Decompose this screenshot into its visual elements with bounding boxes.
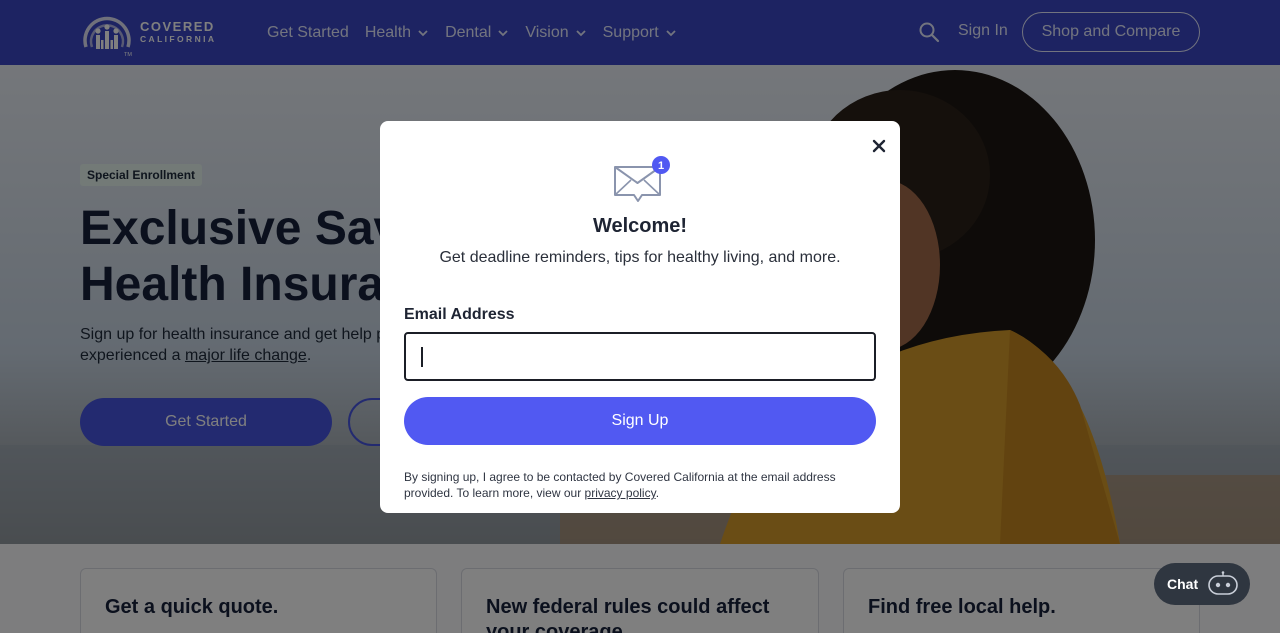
chat-label: Chat (1167, 576, 1199, 592)
legal-end: . (655, 486, 660, 500)
welcome-modal: 1 Welcome! Get deadline reminders, tips … (380, 121, 900, 513)
close-icon (872, 139, 886, 153)
legal-text: By signing up, I agree to be contacted b… (404, 469, 876, 501)
privacy-policy-link[interactable]: privacy policy (585, 486, 656, 500)
text-cursor (421, 347, 423, 367)
envelope-icon: 1 (614, 156, 670, 202)
chat-bot-icon (1208, 571, 1238, 595)
email-field[interactable] (404, 332, 876, 381)
chat-button[interactable]: Chat (1154, 563, 1250, 605)
notification-count: 1 (658, 160, 664, 172)
modal-description: Get deadline reminders, tips for healthy… (439, 249, 841, 266)
sign-up-button[interactable]: Sign Up (404, 397, 876, 445)
modal-title: Welcome! (592, 215, 688, 237)
email-label: Email Address (404, 306, 515, 323)
close-modal-button[interactable] (868, 135, 890, 157)
